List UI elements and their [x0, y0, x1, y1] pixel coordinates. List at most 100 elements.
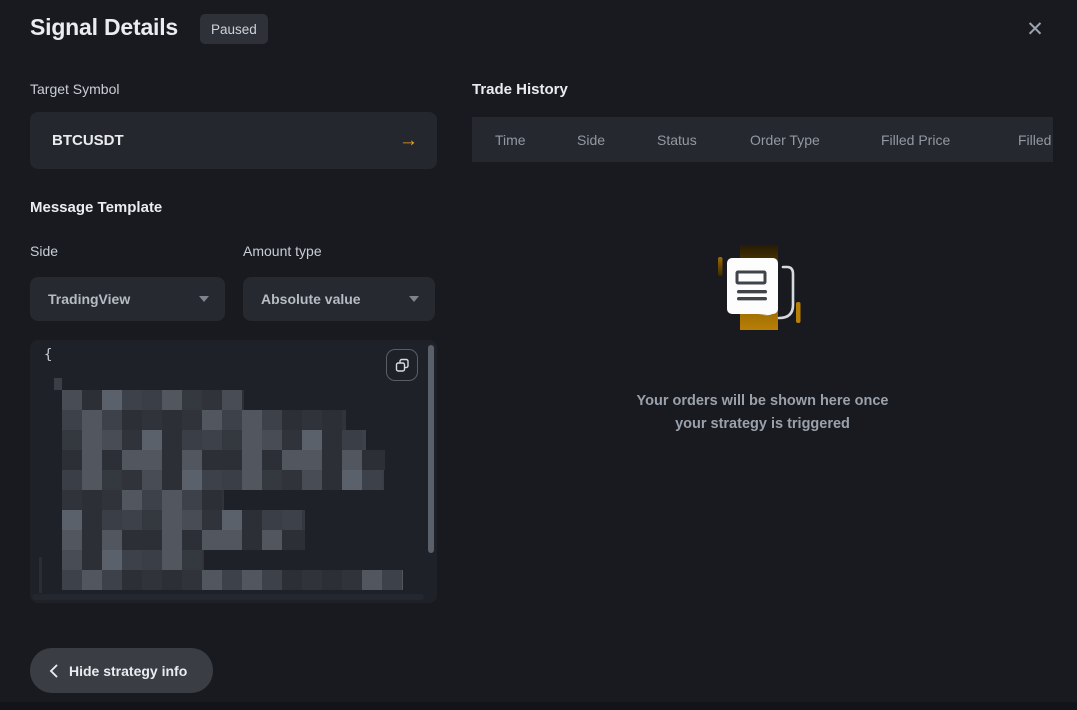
close-icon: ✕: [1026, 17, 1044, 42]
redacted-pixel: [342, 430, 362, 450]
redacted-pixel: [142, 450, 162, 470]
redacted-pixel: [202, 550, 204, 570]
hide-strategy-info-label: Hide strategy info: [69, 663, 187, 679]
hook-stroke: [779, 267, 793, 318]
redacted-pixel: [122, 450, 142, 470]
redacted-pixel: [202, 490, 222, 510]
target-symbol-label: Target Symbol: [30, 81, 119, 97]
redacted-pixel: [162, 510, 182, 530]
redacted-pixel: [82, 570, 102, 590]
redacted-code-line: [62, 430, 366, 450]
redacted-pixel: [142, 410, 162, 430]
redacted-pixel: [82, 530, 102, 550]
redacted-pixel: [282, 510, 302, 530]
redacted-code-lines: [62, 390, 403, 590]
redacted-code-line: [62, 410, 346, 430]
redacted-pixel: [302, 470, 322, 490]
redacted-pixel: [302, 510, 305, 530]
column-header-time: Time: [495, 132, 577, 148]
redacted-code-line: [62, 530, 305, 550]
redacted-pixel: [262, 470, 282, 490]
trade-history-title: Trade History: [472, 81, 568, 98]
redacted-code-line: [62, 390, 244, 410]
document-sheet: [727, 258, 778, 314]
redacted-pixel: [182, 550, 202, 570]
redacted-pixel: [162, 410, 182, 430]
arrow-right-icon[interactable]: →: [399, 130, 418, 152]
side-dropdown-value: TradingView: [48, 291, 130, 307]
redacted-pixel: [122, 430, 142, 450]
trade-history-header-row: TimeSideStatusOrder TypeFilled PriceFill…: [472, 117, 1053, 162]
redacted-pixel: [62, 470, 82, 490]
redacted-pixel: [242, 390, 244, 410]
redacted-pixel: [102, 410, 122, 430]
redacted-pixel: [162, 550, 182, 570]
close-button[interactable]: ✕: [1018, 12, 1052, 46]
redacted-pixel: [182, 510, 202, 530]
chevron-down-icon: [409, 296, 419, 302]
redacted-pixel: [342, 410, 346, 430]
redacted-pixel: [342, 470, 362, 490]
redacted-pixel: [62, 510, 82, 530]
redacted-pixel: [242, 530, 262, 550]
redacted-pixel: [62, 410, 82, 430]
redacted-pixel: [62, 570, 82, 590]
redacted-pixel: [102, 470, 122, 490]
redacted-pixel: [222, 410, 242, 430]
redacted-pixel: [182, 530, 202, 550]
redacted-pixel: [362, 430, 366, 450]
hide-strategy-info-button[interactable]: Hide strategy info: [30, 648, 213, 693]
redacted-pixel: [382, 470, 384, 490]
redacted-pixel: [202, 530, 222, 550]
side-dropdown[interactable]: TradingView: [30, 277, 225, 321]
empty-orders-message-line1: Your orders will be shown here once: [472, 390, 1053, 413]
redacted-pixel: [302, 430, 322, 450]
redacted-pixel: [222, 450, 242, 470]
redacted-pixel: [182, 490, 202, 510]
redacted-pixel: [82, 410, 102, 430]
redacted-pixel: [102, 450, 122, 470]
redacted-pixel: [222, 530, 242, 550]
redacted-pixel: [222, 570, 242, 590]
redacted-pixel: [182, 450, 202, 470]
side-label: Side: [30, 243, 58, 259]
document-text-line: [737, 297, 767, 300]
redacted-pixel: [342, 450, 362, 470]
redacted-pixel: [322, 570, 342, 590]
redacted-pixel: [202, 450, 222, 470]
redacted-pixel: [142, 490, 162, 510]
code-horizontal-scrollbar[interactable]: [32, 594, 424, 600]
message-template-code-block[interactable]: {: [30, 340, 437, 603]
redacted-code-line: [62, 470, 384, 490]
redacted-pixel: [162, 490, 182, 510]
copy-button[interactable]: [386, 349, 418, 381]
redacted-pixel: [202, 410, 222, 430]
redacted-pixel: [102, 430, 122, 450]
column-header-order-type: Order Type: [750, 132, 881, 148]
redacted-pixel: [262, 450, 282, 470]
redacted-pixel: [142, 510, 162, 530]
target-symbol-field[interactable]: BTCUSDT →: [30, 112, 437, 169]
redacted-pixel: [322, 430, 342, 450]
redacted-pixel: [62, 490, 82, 510]
redacted-pixel: [82, 390, 102, 410]
redacted-pixel: [262, 510, 282, 530]
redacted-pixel: [222, 390, 242, 410]
redacted-pixel: [162, 530, 182, 550]
redacted-pixel: [322, 410, 342, 430]
redacted-pixel: [302, 450, 322, 470]
redacted-pixel: [82, 510, 102, 530]
redacted-pixel: [242, 430, 262, 450]
code-vertical-scrollbar[interactable]: [428, 345, 434, 553]
redacted-pixel: [242, 570, 262, 590]
amount-type-dropdown[interactable]: Absolute value: [243, 277, 435, 321]
redacted-pixel: [302, 410, 322, 430]
redacted-pixel: [282, 530, 302, 550]
redacted-pixel: [202, 470, 222, 490]
empty-orders-message-line2: your strategy is triggered: [472, 413, 1053, 436]
document-text-line: [737, 290, 767, 293]
redacted-pixel: [142, 390, 162, 410]
redacted-pixel: [102, 510, 122, 530]
redacted-pixel: [202, 570, 222, 590]
redacted-pixel: [282, 450, 302, 470]
